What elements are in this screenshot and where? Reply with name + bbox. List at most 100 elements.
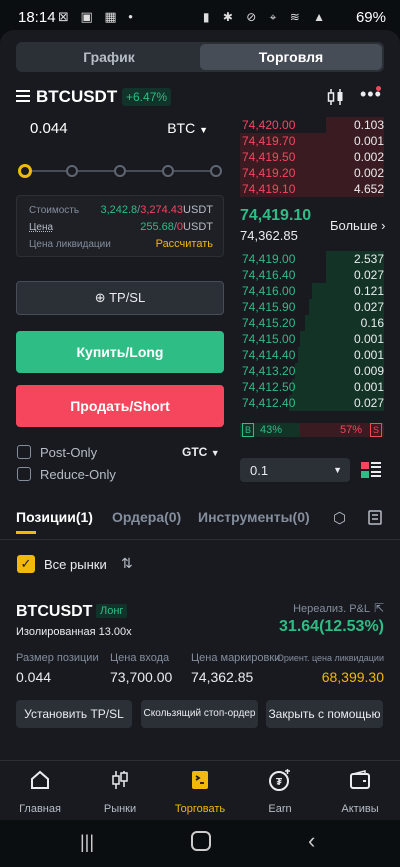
chevron-right-icon: ›	[381, 218, 386, 233]
cost-label: Стоимость	[29, 205, 80, 216]
ask-row[interactable]: 74,420.00 0.103	[240, 117, 384, 133]
all-markets-checkbox[interactable]: ✓	[17, 555, 35, 573]
divider	[0, 539, 400, 540]
trade-icon	[160, 769, 240, 793]
pnl-label: Нереализ. P&L	[293, 603, 370, 615]
chevron-down-icon: ▼	[210, 448, 220, 458]
price-value: 255.68/0USDT	[140, 221, 213, 233]
candlestick-chart-icon[interactable]	[326, 88, 346, 111]
home-icon	[0, 769, 80, 793]
sell-short-button[interactable]: Продать/Short	[16, 385, 224, 427]
nav-earn[interactable]: ₮ Earn	[240, 769, 320, 815]
plus-circle-icon: ⊕	[94, 290, 106, 305]
buy-long-button[interactable]: Купить/Long	[16, 331, 224, 373]
orders-history-icon[interactable]	[368, 510, 382, 528]
bid-row[interactable]: 74,412.40 0.027	[240, 395, 384, 411]
mark-price: 74,362.85	[240, 228, 298, 243]
ask-row[interactable]: 74,419.70 0.001	[240, 133, 384, 149]
price-label: Цена	[29, 222, 54, 233]
slider-step-50[interactable]	[114, 165, 126, 177]
mark-label: Цена маркировки	[191, 652, 281, 664]
buy-ratio: 43%	[260, 424, 283, 436]
nav-markets[interactable]: Рынки	[80, 769, 160, 815]
post-only-checkbox[interactable]	[17, 445, 31, 459]
ask-row[interactable]: 74,419.50 0.002	[240, 149, 384, 165]
bid-row[interactable]: 74,412.50 0.001	[240, 379, 384, 395]
bid-row[interactable]: 74,414.40 0.001	[240, 347, 384, 363]
sell-ratio: 57%	[339, 424, 362, 436]
slider-step-25[interactable]	[66, 165, 78, 177]
slider-handle[interactable]	[18, 164, 32, 178]
liquidation-label: Цена ликвидации	[29, 239, 111, 250]
depth-select[interactable]: 0.1 ▼	[240, 458, 350, 482]
calculate-link[interactable]: Рассчитать	[156, 238, 213, 250]
last-price: 74,419.10	[240, 207, 312, 224]
share-icon[interactable]: ⇱	[374, 601, 384, 615]
nav-home[interactable]: Главная	[0, 769, 80, 815]
active-tab-indicator	[16, 531, 36, 534]
price-change-badge: +6.47%	[122, 88, 172, 106]
buy-tag: B	[242, 423, 254, 437]
tab-orders[interactable]: Ордера(0)	[112, 509, 181, 525]
entry-label: Цена входа	[110, 652, 170, 664]
nav-earn-label: Earn	[268, 803, 292, 815]
slider-step-75[interactable]	[162, 165, 174, 177]
sell-tag: S	[370, 423, 382, 437]
sort-icon[interactable]: ⇅	[121, 555, 133, 572]
positions-tabs: Позиции(1) Ордера(0) Инструменты(0) ⬡	[0, 506, 400, 532]
nav-trade[interactable]: Торговать	[160, 769, 240, 815]
all-markets-label: Все рынки	[44, 557, 107, 572]
set-tpsl-button[interactable]: Установить TP/SL	[16, 700, 132, 728]
slider-step-100[interactable]	[210, 165, 222, 177]
home-button-icon[interactable]	[191, 831, 211, 851]
tab-positions[interactable]: Позиции(1)	[16, 509, 93, 525]
time-in-force-select[interactable]: GTC ▼	[182, 445, 220, 459]
close-with-button[interactable]: Закрыть с помощью	[266, 700, 383, 728]
orderbook-more-link[interactable]: Больше ›	[330, 218, 385, 233]
notification-icons: ⊠ ▣ ▦ •	[58, 9, 137, 24]
bid-row[interactable]: 74,415.90 0.027	[240, 299, 384, 315]
quantity-input[interactable]: 0.044 BTC ▼	[16, 112, 224, 144]
quantity-unit-select[interactable]: BTC ▼	[167, 120, 208, 136]
size-label: Размер позиции	[16, 652, 99, 664]
bid-row[interactable]: 74,415.20 0.16	[240, 315, 384, 331]
pnl-value: 31.64(12.53%)	[279, 618, 384, 635]
size-value: 0.044	[16, 669, 52, 685]
status-time: 18:14	[18, 9, 56, 26]
bid-row[interactable]: 74,419.00 2.537	[240, 251, 384, 267]
nav-assets[interactable]: Активы	[320, 769, 400, 815]
back-icon[interactable]: ‹	[308, 828, 315, 854]
position-symbol[interactable]: BTCUSDT	[16, 603, 92, 621]
leverage-slider[interactable]	[18, 163, 224, 179]
nav-markets-label: Рынки	[103, 803, 137, 815]
symbol-name[interactable]: BTCUSDT	[36, 87, 117, 107]
bid-row[interactable]: 74,416.00 0.121	[240, 283, 384, 299]
trailing-stop-button[interactable]: Скользящий стоп-ордер	[141, 700, 258, 728]
tpsl-button[interactable]: ⊕ TP/SL	[16, 281, 224, 315]
orderbook-layout-icon[interactable]	[360, 460, 382, 480]
system-nav-bar: ||| ‹	[0, 820, 400, 867]
bid-row[interactable]: 74,415.00 0.001	[240, 331, 384, 347]
tab-trade[interactable]: Торговля	[200, 44, 382, 70]
recent-apps-icon[interactable]: |||	[80, 832, 94, 853]
settings-hex-icon[interactable]: ⬡	[333, 509, 346, 527]
view-switcher: График Торговля	[16, 42, 384, 72]
ask-row[interactable]: 74,419.20 0.002	[240, 165, 384, 181]
menu-icon[interactable]	[16, 90, 30, 102]
reduce-only-checkbox[interactable]	[17, 467, 31, 481]
svg-text:₮: ₮	[276, 777, 282, 788]
nav-trade-label: Торговать	[174, 803, 226, 815]
buy-sell-ratio: B 43% 57% S	[240, 423, 384, 437]
tab-chart[interactable]: График	[18, 44, 200, 70]
margin-mode: Изолированная 13.00x	[16, 626, 132, 638]
markets-icon	[80, 769, 160, 793]
nav-home-label: Главная	[19, 803, 61, 815]
bid-row[interactable]: 74,413.20 0.009	[240, 363, 384, 379]
bid-row[interactable]: 74,416.40 0.027	[240, 267, 384, 283]
ask-row[interactable]: 74,419.10 4.652	[240, 181, 384, 197]
liq-label: Ориент. цена ликвидации	[276, 653, 384, 663]
quantity-value[interactable]: 0.044	[30, 120, 68, 137]
tab-instruments[interactable]: Инструменты(0)	[198, 509, 310, 525]
bottom-nav: Главная Рынки Торговать ₮ Earn Активы	[0, 760, 400, 820]
quantity-unit: BTC	[167, 120, 196, 136]
